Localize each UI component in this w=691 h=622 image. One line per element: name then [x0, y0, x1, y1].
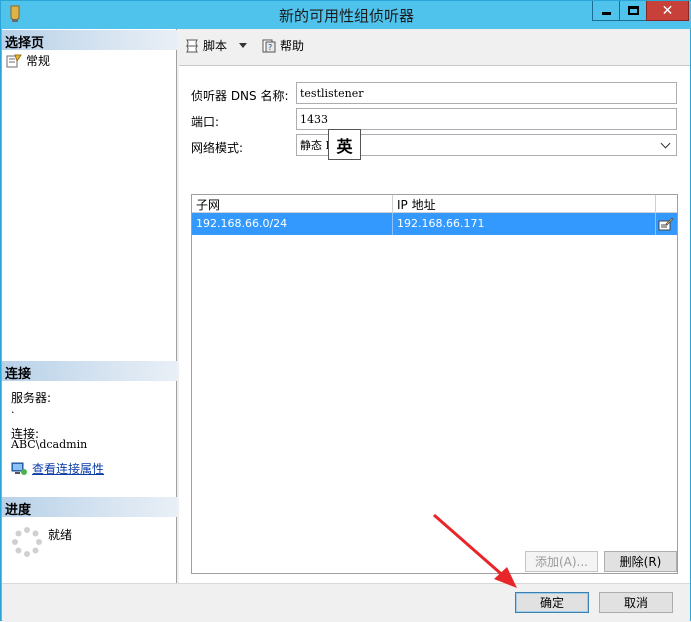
dns-name-label: 侦听器 DNS 名称: — [191, 89, 289, 103]
minimize-button[interactable] — [592, 1, 619, 21]
remove-button[interactable]: 删除(R) — [604, 551, 677, 572]
nav-item-label: 常规 — [26, 54, 51, 68]
script-dropdown-icon[interactable] — [239, 43, 248, 48]
dialog-window: 新的可用性组侦听器 ✕ 选择页 常规 连接 服务器: . 连接: ABC\dca… — [0, 0, 691, 621]
close-icon: ✕ — [661, 2, 674, 19]
general-page: 侦听器 DNS 名称: 端口: 网络模式: 静态 IP 英 子网 IP 地址 1… — [179, 65, 690, 583]
server-label: 服务器: — [11, 391, 52, 405]
column-header-ip[interactable]: IP 地址 — [393, 195, 656, 213]
cancel-button[interactable]: 取消 — [599, 592, 673, 613]
server-value: . — [11, 403, 15, 416]
script-label: 脚本 — [203, 39, 228, 53]
subnet-cell[interactable]: 192.168.66.0/24 — [192, 213, 393, 235]
view-connection-link[interactable]: 查看连接属性 — [32, 460, 104, 477]
ime-indicator: 英 — [328, 129, 361, 160]
toolbar: 脚本 ? 帮助 — [182, 36, 306, 55]
add-button[interactable]: 添加(A)... — [525, 551, 598, 572]
table-row[interactable]: 192.168.66.0/24 192.168.66.171 — [192, 213, 677, 235]
ip-cell[interactable]: 192.168.66.171 — [393, 213, 656, 235]
maximize-button[interactable] — [619, 1, 646, 21]
script-icon — [186, 39, 198, 52]
ok-button[interactable]: 确定 — [515, 592, 589, 613]
connection-properties-icon — [11, 462, 27, 475]
connection-header: 连接 — [2, 361, 177, 382]
left-pane: 选择页 常规 连接 服务器: . 连接: ABC\dcadmin 查看连接属性 … — [2, 29, 177, 583]
network-mode-label: 网络模式: — [191, 141, 244, 155]
minimize-icon — [601, 12, 611, 15]
title-bar[interactable]: 新的可用性组侦听器 ✕ — [1, 1, 691, 29]
nav-item-general[interactable]: 常规 — [6, 52, 50, 69]
dialog-button-bar: 确定 取消 — [2, 583, 690, 621]
dns-name-input[interactable] — [296, 82, 677, 104]
port-input[interactable] — [296, 108, 677, 130]
progress-status: 就绪 — [48, 528, 73, 542]
window-title: 新的可用性组侦听器 — [278, 7, 414, 25]
close-button[interactable]: ✕ — [646, 1, 689, 21]
maximize-icon — [627, 6, 639, 15]
view-connection-properties[interactable]: 查看连接属性 — [11, 460, 104, 477]
svg-text:?: ? — [268, 43, 272, 52]
chevron-down-icon[interactable] — [660, 138, 671, 148]
port-label: 端口: — [191, 115, 220, 129]
column-header-subnet[interactable]: 子网 — [192, 195, 393, 213]
help-button[interactable]: ? 帮助 — [259, 36, 306, 55]
select-page-header: 选择页 — [2, 30, 177, 51]
page-settings-icon — [6, 54, 22, 67]
client-area: 选择页 常规 连接 服务器: . 连接: ABC\dcadmin 查看连接属性 … — [2, 29, 690, 621]
connection-value: ABC\dcadmin — [11, 438, 88, 451]
progress-header: 进度 — [2, 497, 177, 518]
grid-header: 子网 IP 地址 — [192, 195, 677, 213]
help-icon: ? — [262, 39, 276, 52]
help-label: 帮助 — [280, 39, 305, 53]
subnet-ip-grid[interactable]: 子网 IP 地址 192.168.66.0/24 192.168.66.171 — [191, 194, 678, 574]
edit-icon[interactable] — [658, 217, 674, 231]
script-button[interactable]: 脚本 — [182, 36, 229, 55]
progress-spinner-icon — [12, 527, 42, 557]
